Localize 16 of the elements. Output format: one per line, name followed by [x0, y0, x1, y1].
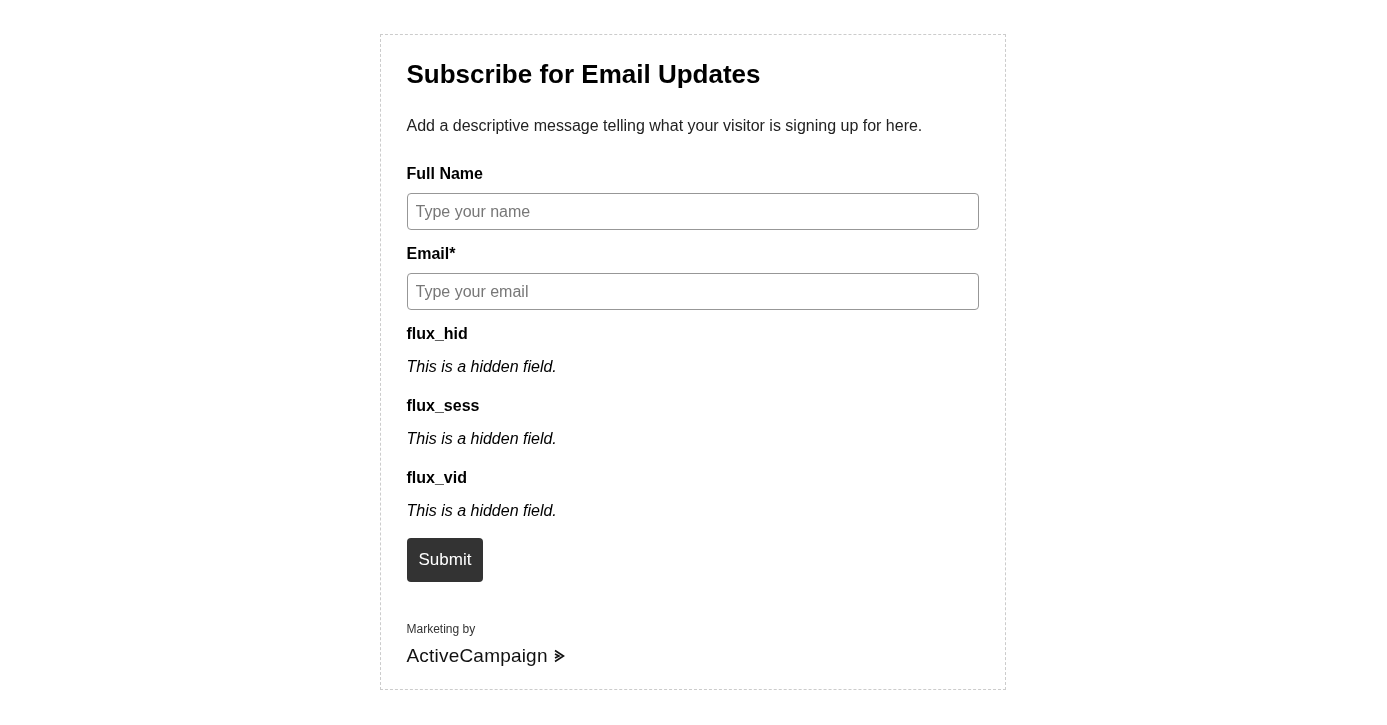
hidden-field-note: This is a hidden field.	[406, 358, 557, 376]
input-field[interactable]: Type your name	[406, 193, 979, 230]
brand-logo[interactable]: ActiveCampaign	[406, 645, 548, 667]
chevron-icon	[552, 649, 565, 663]
form-description: Add a descriptive message telling what your visitor is signing up for here.	[406, 117, 924, 135]
submit-button[interactable]: Submit	[406, 538, 484, 582]
input-field[interactable]: Type your email	[406, 273, 979, 310]
marketing-caption: Marketing by	[406, 622, 476, 636]
field-label: Email*	[406, 245, 456, 263]
hidden-field-note: This is a hidden field.	[406, 430, 557, 448]
field-label: flux_vid	[406, 469, 467, 487]
hidden-field-note: This is a hidden field.	[406, 502, 557, 520]
field-label: flux_hid	[406, 325, 468, 343]
field-label: Full Name	[406, 165, 483, 183]
form-title: Subscribe for Email Updates	[406, 59, 762, 90]
field-label: flux_sess	[406, 397, 480, 415]
